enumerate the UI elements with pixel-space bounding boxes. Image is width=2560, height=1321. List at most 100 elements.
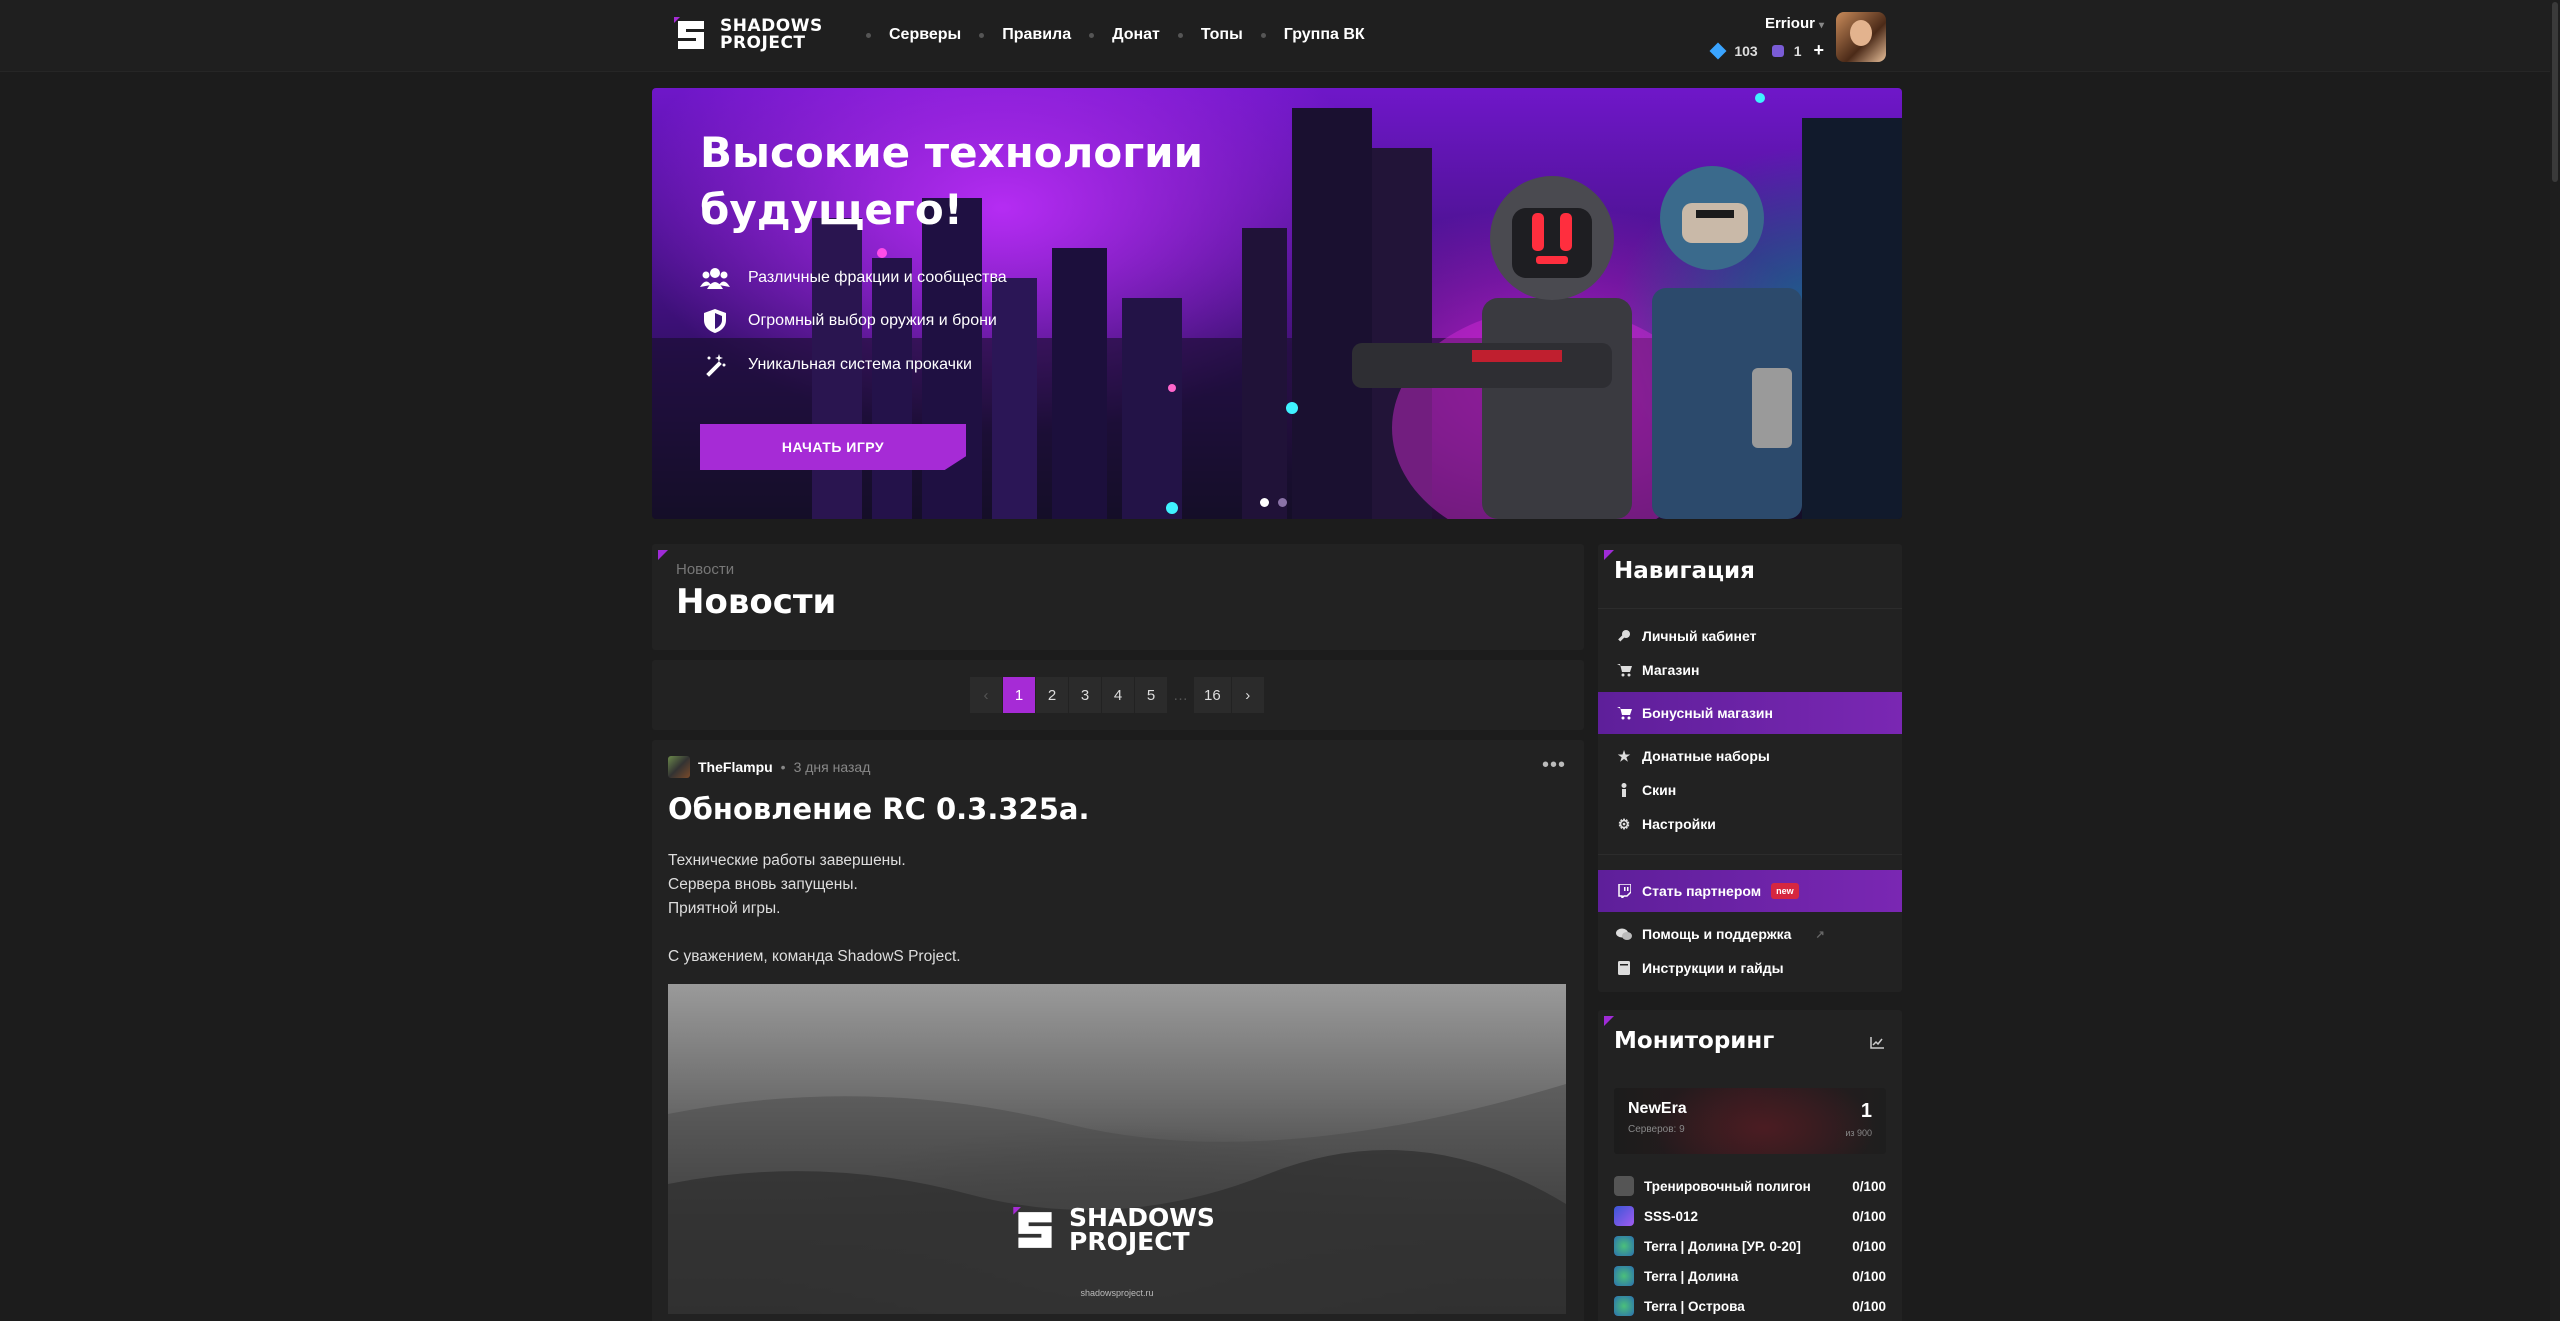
post-title[interactable]: Обновление RC 0.3.325a. [668,792,1089,826]
sidebar-item-settings[interactable]: ⚙ Настройки [1598,807,1902,841]
page-button[interactable]: 2 [1036,677,1069,713]
top-navbar: SHADOWS PROJECT Серверы Правила Донат То… [0,0,2560,72]
nav-separator [979,32,985,38]
nav-servers[interactable]: Серверы [889,26,961,44]
username[interactable]: Erriour [1765,15,1815,32]
sidebar-item-skin[interactable]: Скин [1598,773,1902,807]
chart-icon[interactable] [1870,1036,1884,1054]
misty-landscape-illustration [668,1084,1566,1314]
gem-icon [1709,42,1727,59]
server-icon [1614,1266,1634,1286]
author-avatar[interactable] [668,756,690,778]
server-icon [1614,1236,1634,1256]
corner-accent [1604,550,1614,560]
nav-rules[interactable]: Правила [1002,26,1071,44]
gear-icon: ⚙ [1617,815,1631,832]
more-options-icon[interactable]: ••• [1542,754,1566,777]
main-nav: Серверы Правила Донат Топы Группа ВК [848,26,1365,44]
server-row[interactable]: Terra | Долина 0/100 [1614,1262,1886,1290]
nav-separator [866,32,871,38]
pagination-panel: ‹ 1 2 3 4 5 … 16 › [652,660,1584,730]
new-badge: new [1771,883,1799,899]
external-link-icon: ↗ [1815,928,1825,941]
post-image-logo: SHADOWS PROJECT [1013,1205,1215,1254]
sidebar-item-donate-packs[interactable]: ★ Донатные наборы [1598,739,1902,773]
avatar[interactable] [1836,12,1886,62]
server-row[interactable]: SSS-012 0/100 [1614,1202,1886,1230]
server-row[interactable]: Terra | Острова 0/100 [1614,1292,1886,1320]
coin-balance: 1 [1793,42,1802,59]
server-group-name: NewEra [1628,1100,1687,1117]
post-image[interactable]: SHADOWS PROJECT shadowsproject.ru [668,984,1566,1314]
coin-icon [1771,44,1784,57]
server-row[interactable]: Terra | Долина [УР. 0-20] 0/100 [1614,1232,1886,1260]
nav-separator [1089,32,1095,38]
slider-dots [1260,498,1287,507]
twitch-icon [1616,883,1632,899]
slide-dot[interactable] [1260,498,1269,507]
page-button[interactable]: 3 [1069,677,1102,713]
page-button[interactable]: 1 [1003,677,1036,713]
hero-title: Высокие технологии будущего! [700,128,1203,234]
post-time: 3 дня назад [793,759,871,775]
page-button[interactable]: 4 [1102,677,1135,713]
shadows-logo-icon [1013,1207,1052,1248]
sidebar-item-help-support[interactable]: Помощь и поддержка ↗ [1598,917,1902,951]
scrollbar-thumb[interactable] [2552,2,2558,182]
divider [1598,854,1902,855]
post-meta: TheFlampu • 3 дня назад [668,756,870,778]
page-title: Новости [676,582,837,622]
meta-separator: • [780,759,786,775]
news-header-panel: Новости Новости [652,544,1584,650]
sidebar-title: Навигация [1614,558,1755,584]
chat-icon [1616,926,1632,942]
start-game-button[interactable]: НАЧАТЬ ИГРУ [700,424,966,470]
magic-wand-icon [700,353,730,377]
nav-vk-group[interactable]: Группа ВК [1284,26,1365,44]
key-icon [1616,628,1632,644]
user-menu[interactable]: Erriour ▾ 103 1 + [1700,12,1890,62]
slide-dot[interactable] [1278,498,1287,507]
nav-separator [1260,32,1266,38]
chevron-down-icon[interactable]: ▾ [1819,20,1824,31]
shield-icon [700,309,730,333]
sidebar-item-shop[interactable]: Магазин [1598,653,1902,687]
online-capacity: из 900 [1845,1128,1872,1138]
add-funds-button[interactable]: + [1813,40,1824,61]
shadows-logo-icon [674,17,708,53]
breadcrumb[interactable]: Новости [676,561,734,578]
sidebar-navigation: Навигация Личный кабинет Магазин Бонусны… [1598,544,1902,992]
nav-donate[interactable]: Донат [1112,26,1160,44]
sidebar-item-guides[interactable]: Инструкции и гайды [1598,951,1902,985]
cart-icon [1616,705,1632,721]
prev-page-button[interactable]: ‹ [970,677,1003,713]
book-icon [1616,960,1632,976]
post-image-url: shadowsproject.ru [1080,1288,1154,1298]
server-group-count: Серверов: 9 [1628,1124,1685,1135]
hero-feature: Различные фракции и сообщества [700,266,1007,290]
monitoring-title: Мониторинг [1614,1028,1775,1054]
sidebar-item-become-partner[interactable]: Стать партнером new [1598,870,1902,912]
news-post: TheFlampu • 3 дня назад ••• Обновление R… [652,740,1584,1321]
logo-line-2: PROJECT [720,33,806,53]
server-row[interactable]: Тренировочный полигон 0/100 [1614,1172,1886,1200]
server-group-card[interactable]: NewEra Серверов: 9 1 из 900 [1614,1088,1886,1154]
author-name[interactable]: TheFlampu [698,759,773,775]
hero-banner: Высокие технологии будущего! Различные ф… [652,88,1902,519]
site-logo[interactable]: SHADOWS PROJECT [674,17,823,53]
pagination: ‹ 1 2 3 4 5 … 16 › [970,677,1265,713]
divider [1598,608,1902,609]
sidebar-item-personal-account[interactable]: Личный кабинет [1598,619,1902,653]
hero-feature: Огромный выбор оружия и брони [700,309,997,333]
sidebar-item-bonus-shop[interactable]: Бонусный магазин [1598,692,1902,734]
page-button[interactable]: 5 [1135,677,1168,713]
nav-tops[interactable]: Топы [1201,26,1243,44]
server-icon [1614,1296,1634,1316]
page-scrollbar[interactable] [2550,0,2560,1321]
hero-feature: Уникальная система прокачки [700,353,972,377]
page-button[interactable]: 16 [1194,677,1232,713]
corner-accent [658,550,668,560]
next-page-button[interactable]: › [1231,677,1265,713]
online-count: 1 [1860,1100,1872,1122]
corner-accent [1604,1016,1614,1026]
